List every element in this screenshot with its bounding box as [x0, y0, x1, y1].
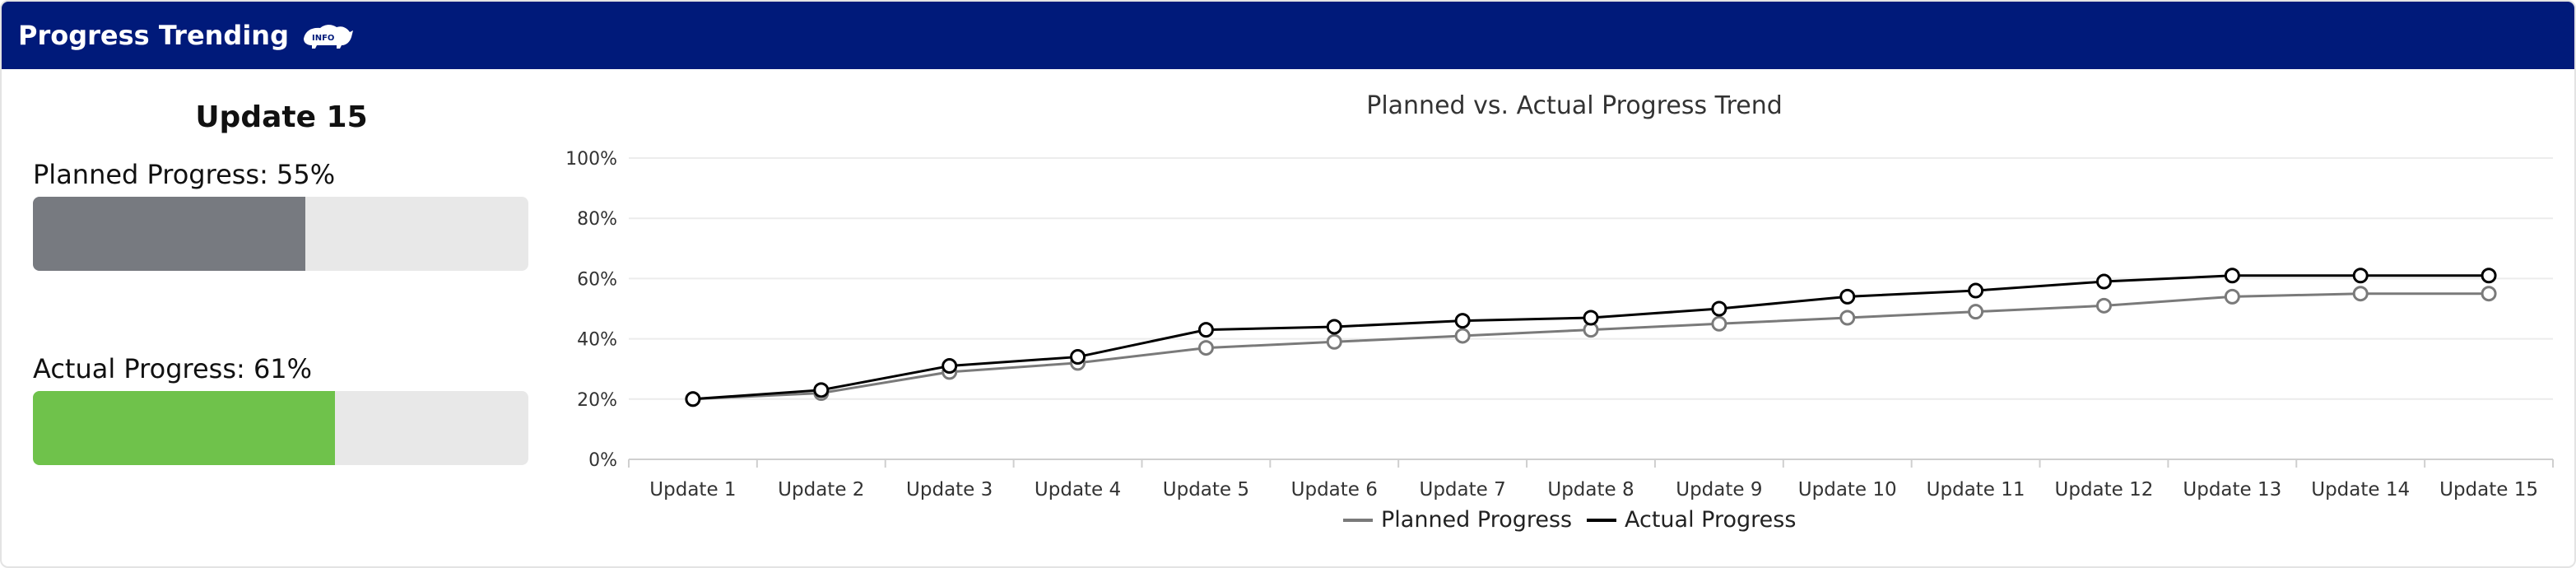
y-tick-label: 100%	[565, 149, 617, 170]
planned-progress-bar	[33, 197, 306, 271]
data-point-planned	[1197, 340, 1214, 356]
progress-trend-chart: Planned vs. Actual Progress Trend 0% 20% 40…	[545, 76, 2574, 561]
series-line-planned	[692, 292, 2490, 401]
chart-svg: Planned vs. Actual Progress Trend 0% 20% 40…	[565, 91, 2554, 533]
data-point-actual	[1839, 288, 1856, 305]
x-tick-label: Update 13	[2183, 479, 2281, 500]
y-tick-label: 80%	[577, 209, 617, 230]
data-point-actual	[942, 358, 958, 375]
x-tick-label: Update 1	[649, 479, 736, 500]
legend-label-planned: Planned Progress	[1381, 507, 1572, 533]
data-point-actual	[1070, 349, 1086, 365]
data-point-planned	[2224, 288, 2240, 305]
x-tick-label: Update 10	[1798, 479, 1897, 500]
data-point-actual	[1326, 319, 1342, 335]
y-tick-label: 40%	[577, 330, 617, 351]
data-point-planned	[1711, 315, 1727, 332]
data-point-actual	[685, 391, 701, 407]
x-tick-label: Update 9	[1676, 479, 1762, 500]
app-title: Progress Trending	[18, 20, 289, 51]
legend-label-actual: Actual Progress	[1625, 507, 1796, 533]
data-point-actual	[1197, 322, 1214, 338]
chart-title: Planned vs. Actual Progress Trend	[1366, 91, 1783, 120]
actual-progress-bar	[33, 391, 336, 465]
x-tick-label: Update 8	[1547, 479, 1634, 500]
data-point-actual	[2224, 268, 2240, 284]
y-tick-label: 60%	[577, 269, 617, 290]
data-point-planned	[2481, 286, 2497, 302]
x-tick-label: Update 12	[2055, 479, 2154, 500]
rhino-icon: INFO	[300, 21, 355, 50]
y-tick-label: 0%	[588, 450, 617, 471]
x-tick-label: Update 3	[906, 479, 993, 500]
x-tick-label: Update 2	[778, 479, 864, 500]
data-point-actual	[1711, 300, 1727, 317]
header-bar: Progress Trending INFO	[2, 2, 2574, 69]
planned-metric: Planned Progress: 55%	[33, 159, 530, 271]
actual-progress-label: Actual Progress: 61%	[33, 353, 313, 384]
x-tick-label: Update 11	[1927, 479, 2025, 500]
data-point-planned	[1326, 333, 1342, 350]
y-tick-label: 20%	[577, 390, 617, 411]
data-point-planned	[1839, 310, 1856, 326]
planned-progress-track	[33, 197, 528, 271]
data-point-planned	[1968, 304, 1984, 320]
logo-text: INFO	[312, 34, 334, 43]
data-point-actual	[1968, 282, 1984, 299]
x-tick-label: Update 6	[1291, 479, 1378, 500]
progress-trending-window: Progress Trending INFO Update 15 Planned…	[0, 0, 2576, 568]
x-tick-label: Update 14	[2311, 479, 2410, 500]
data-point-actual	[1454, 313, 1471, 329]
x-tick-label: Update 7	[1420, 479, 1506, 500]
data-point-planned	[2352, 286, 2369, 302]
data-point-actual	[2352, 268, 2369, 284]
planned-progress-label: Planned Progress: 55%	[33, 159, 336, 190]
data-point-actual	[2095, 273, 2112, 290]
x-tick-label: Update 5	[1163, 479, 1249, 500]
data-point-actual	[813, 382, 830, 398]
x-tick-label: Update 4	[1035, 479, 1121, 500]
actual-progress-track	[33, 391, 528, 465]
actual-metric: Actual Progress: 61%	[33, 353, 530, 465]
data-point-planned	[1454, 328, 1471, 344]
data-point-planned	[2095, 297, 2112, 314]
summary-panel: Update 15 Planned Progress: 55% Actual P…	[33, 100, 530, 547]
x-tick-label: Update 15	[2439, 479, 2538, 500]
data-point-actual	[2481, 268, 2497, 284]
update-title: Update 15	[195, 100, 368, 134]
data-point-actual	[1583, 310, 1599, 326]
